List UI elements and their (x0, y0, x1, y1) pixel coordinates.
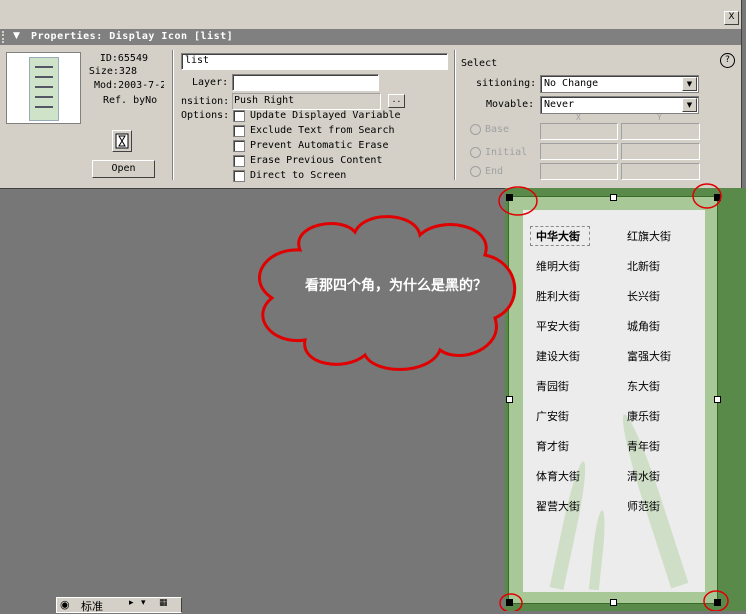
corner-circle (703, 590, 729, 611)
corner-circle (692, 183, 722, 209)
toolbar-arrow-icon[interactable]: ▸ (129, 598, 134, 608)
corner-circle (499, 593, 523, 611)
grid-icon[interactable]: ▦ (159, 598, 168, 608)
corner-circle (498, 186, 538, 216)
annotation-overlay (258, 183, 729, 611)
toolbar-logo-icon: ◉ (60, 598, 70, 611)
annotation-text: 看那四个角，为什么是黑的？ (305, 278, 487, 294)
toolbar-label: 标准 (81, 600, 103, 613)
chevron-down-icon[interactable]: ▾ (141, 598, 146, 608)
